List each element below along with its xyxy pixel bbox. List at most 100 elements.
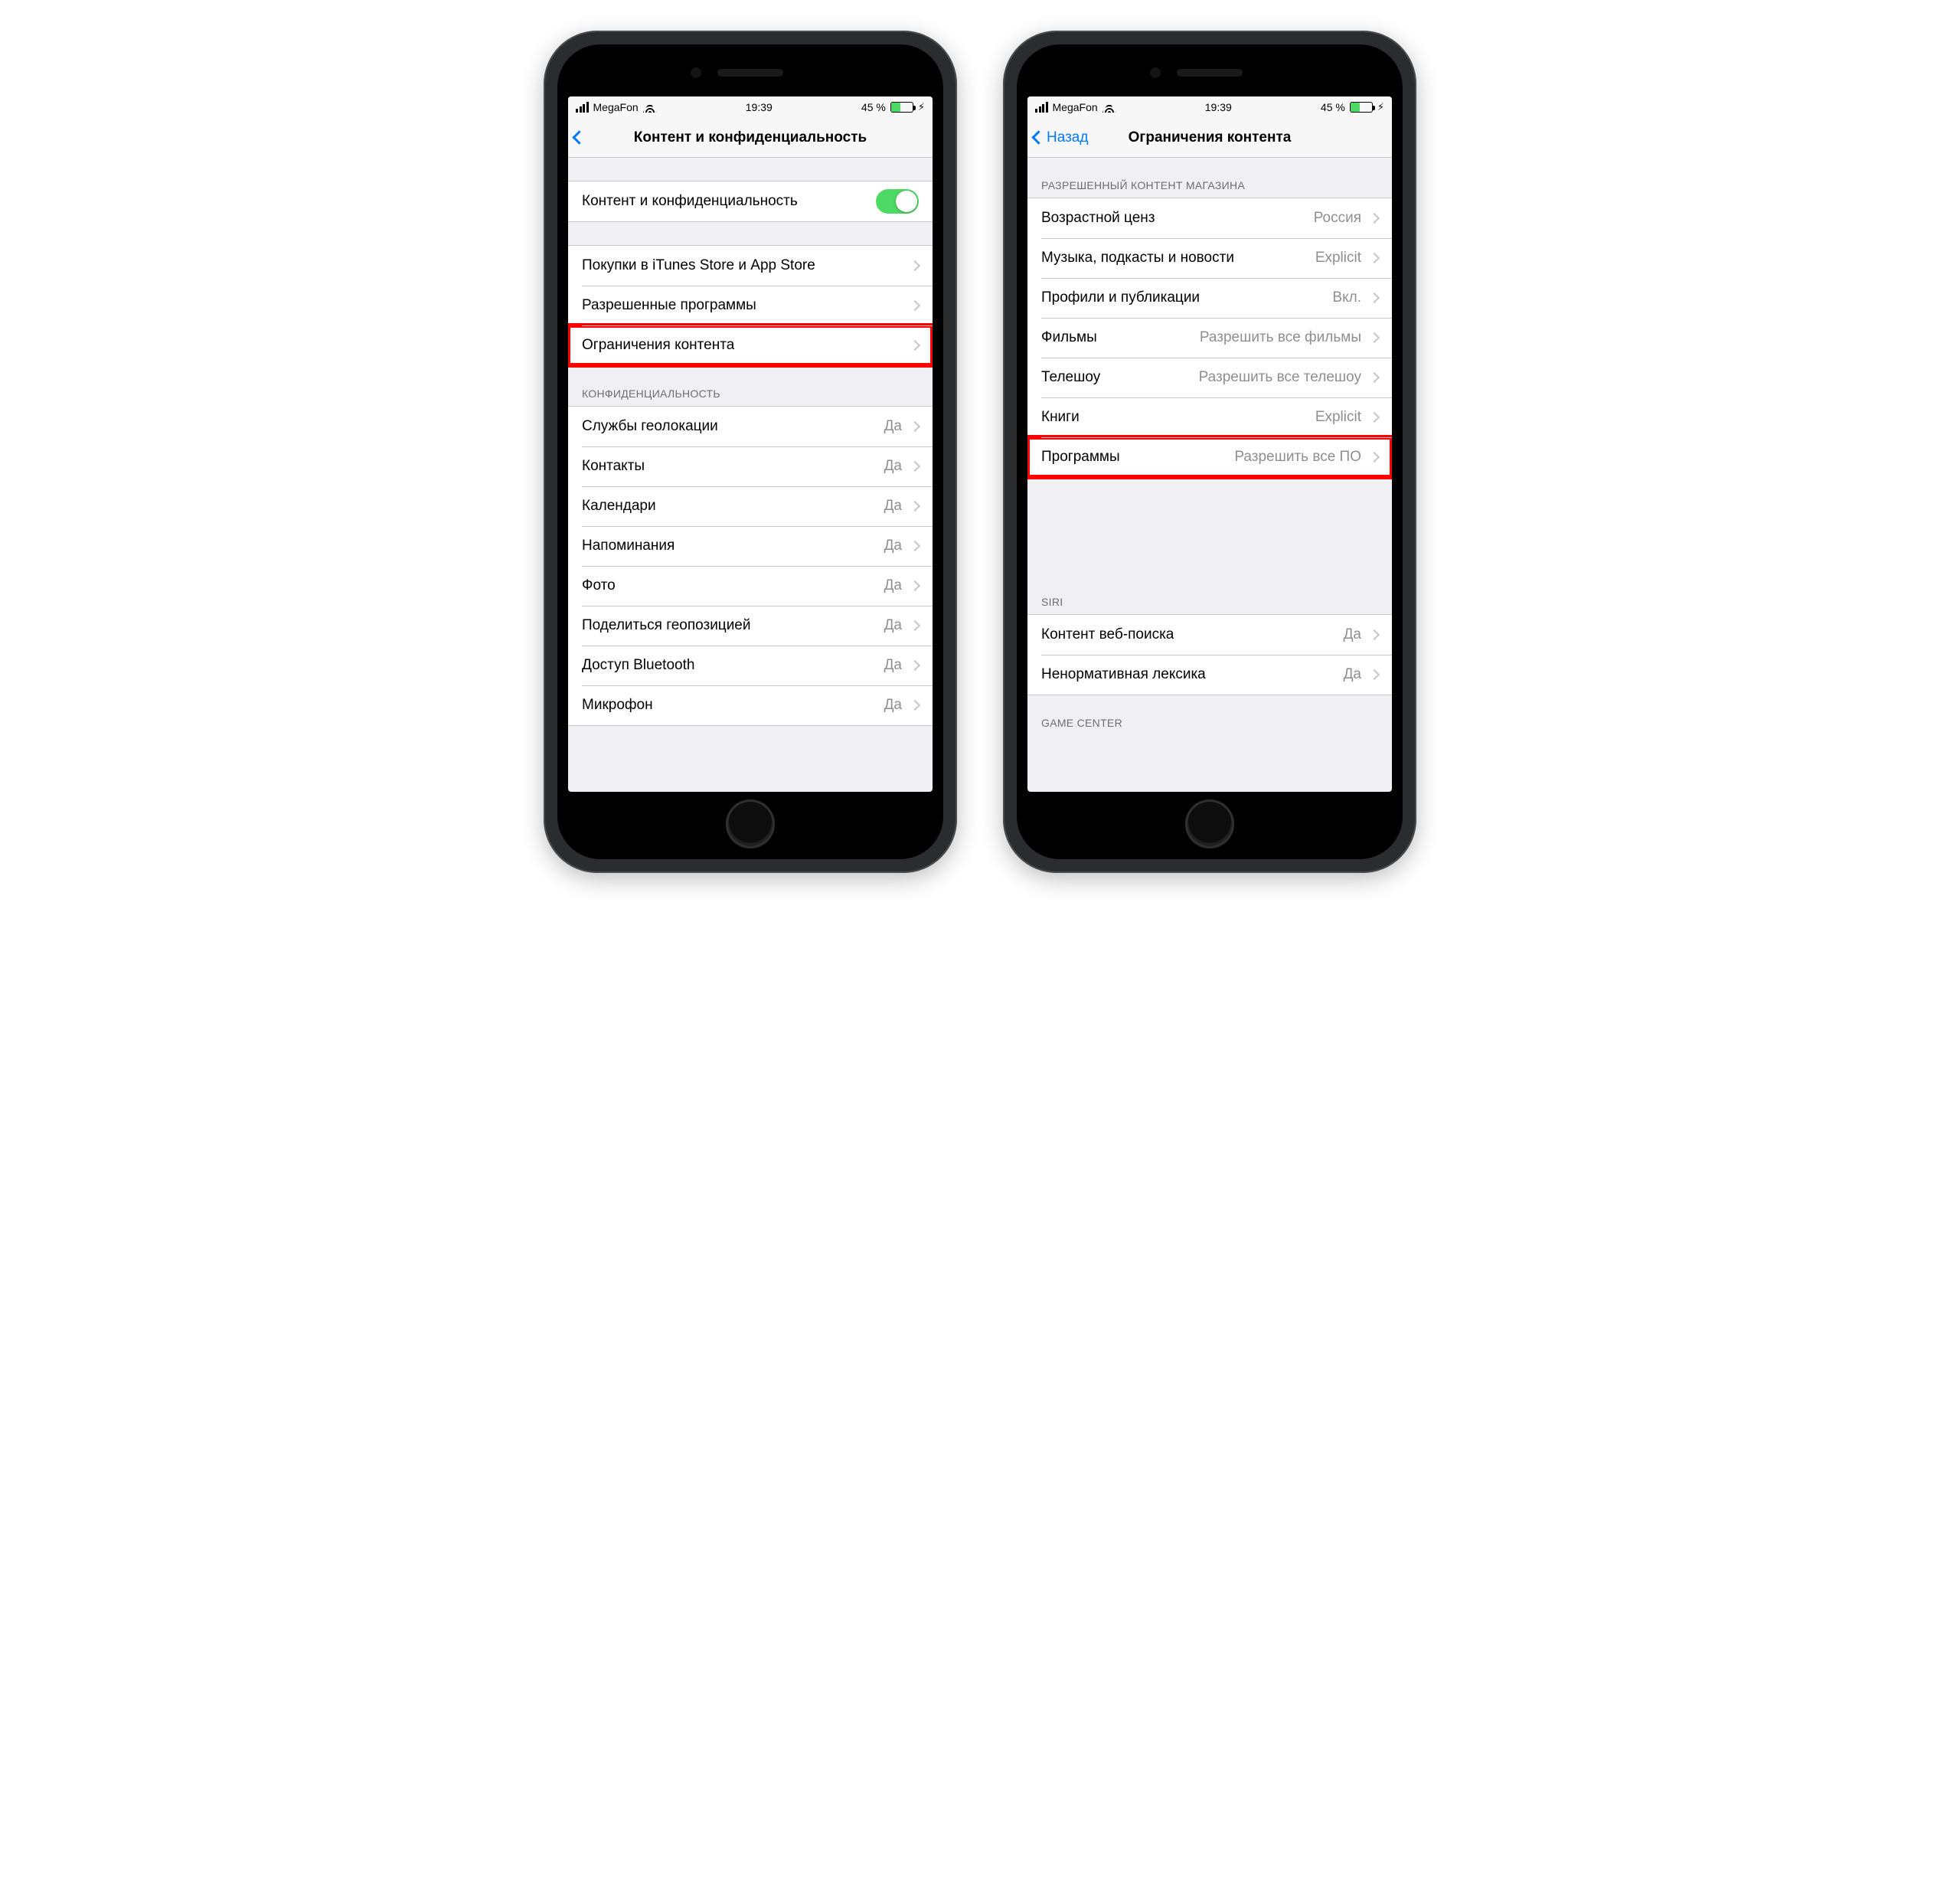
chevron-right-icon xyxy=(1369,629,1380,640)
chevron-right-icon xyxy=(910,421,920,432)
home-button[interactable] xyxy=(726,799,775,848)
privacy-group: Службы геолокации Да Контакты Да Календа… xyxy=(568,406,933,726)
chevron-right-icon xyxy=(910,620,920,631)
toggle-group: Контент и конфиденциальность xyxy=(568,181,933,222)
row-label: Контент веб-поиска xyxy=(1041,626,1174,643)
row-age-rating[interactable]: Возрастной ценз Россия xyxy=(1027,198,1392,238)
back-button[interactable]: Назад xyxy=(1034,118,1088,157)
back-button[interactable] xyxy=(574,118,586,157)
row-books[interactable]: Книги Explicit xyxy=(1027,397,1392,437)
row-value: Да xyxy=(877,418,902,435)
row-bluetooth[interactable]: Доступ Bluetooth Да xyxy=(568,646,933,685)
row-profiles-posts[interactable]: Профили и публикации Вкл. xyxy=(1027,278,1392,318)
row-label: Службы геолокации xyxy=(582,418,718,435)
content-privacy-toggle-row[interactable]: Контент и конфиденциальность xyxy=(568,181,933,221)
row-itunes-purchases[interactable]: Покупки в iTunes Store и App Store xyxy=(568,246,933,286)
chevron-right-icon xyxy=(910,340,920,351)
chevron-right-icon xyxy=(1369,213,1380,224)
clock: 19:39 xyxy=(746,101,773,113)
carrier-label: MegaFon xyxy=(1053,101,1098,113)
chevron-right-icon xyxy=(910,700,920,711)
row-value: Да xyxy=(877,697,902,714)
row-value: Разрешить все фильмы xyxy=(1192,329,1361,346)
section-header-gamecenter: GAME CENTER xyxy=(1027,695,1392,735)
row-reminders[interactable]: Напоминания Да xyxy=(568,526,933,566)
home-button[interactable] xyxy=(1185,799,1234,848)
speaker-grille xyxy=(717,69,783,77)
row-label: Контент и конфиденциальность xyxy=(582,193,798,210)
row-value: Да xyxy=(877,498,902,515)
chevron-right-icon xyxy=(1369,332,1380,343)
row-allowed-apps[interactable]: Разрешенные программы xyxy=(568,286,933,325)
row-value: Разрешить все ПО xyxy=(1227,449,1361,466)
row-label: Календари xyxy=(582,498,656,515)
battery-percent: 45 % xyxy=(861,101,886,113)
row-label: Фото xyxy=(582,577,616,594)
chevron-right-icon xyxy=(1369,253,1380,263)
screen: MegaFon 19:39 45 % ⚡︎ Назад Ограничения … xyxy=(1027,96,1392,792)
row-value: Да xyxy=(877,577,902,594)
chevron-right-icon xyxy=(1369,293,1380,303)
row-web-search-content[interactable]: Контент веб-поиска Да xyxy=(1027,615,1392,655)
row-label: Возрастной ценз xyxy=(1041,210,1155,227)
row-label: Профили и публикации xyxy=(1041,289,1200,306)
row-calendars[interactable]: Календари Да xyxy=(568,486,933,526)
row-label: Программы xyxy=(1041,449,1120,466)
row-label: Ненормативная лексика xyxy=(1041,666,1206,683)
clock: 19:39 xyxy=(1205,101,1232,113)
carrier-label: MegaFon xyxy=(593,101,639,113)
chevron-right-icon xyxy=(910,461,920,472)
siri-group: Контент веб-поиска Да Ненормативная лекс… xyxy=(1027,614,1392,695)
phone-body: MegaFon 19:39 45 % ⚡︎ Контент и конфиден… xyxy=(557,44,943,859)
phone-right: MegaFon 19:39 45 % ⚡︎ Назад Ограничения … xyxy=(1003,31,1416,873)
row-content-restrictions[interactable]: Ограничения контента xyxy=(568,325,933,365)
charging-icon: ⚡︎ xyxy=(1377,101,1384,113)
row-share-location[interactable]: Поделиться геопозицией Да xyxy=(568,606,933,646)
row-value: Да xyxy=(877,617,902,634)
toggle-switch[interactable] xyxy=(876,189,919,214)
row-value: Разрешить все телешоу xyxy=(1191,369,1361,386)
signal-icon xyxy=(576,102,589,113)
front-camera xyxy=(1150,67,1161,78)
chevron-right-icon xyxy=(1369,669,1380,680)
row-music-podcasts[interactable]: Музыка, подкасты и новости Explicit xyxy=(1027,238,1392,278)
content-scroll[interactable]: Контент и конфиденциальность Покупки в i… xyxy=(568,158,933,792)
main-group: Покупки в iTunes Store и App Store Разре… xyxy=(568,245,933,366)
wifi-icon xyxy=(643,102,657,113)
row-label: Покупки в iTunes Store и App Store xyxy=(582,257,815,274)
row-label: Музыка, подкасты и новости xyxy=(1041,250,1234,266)
screen: MegaFon 19:39 45 % ⚡︎ Контент и конфиден… xyxy=(568,96,933,792)
row-label: Разрешенные программы xyxy=(582,297,756,314)
battery-percent: 45 % xyxy=(1321,101,1345,113)
row-label: Телешоу xyxy=(1041,369,1100,386)
row-value: Explicit xyxy=(1308,409,1361,426)
page-title: Контент и конфиденциальность xyxy=(634,129,867,146)
content-scroll[interactable]: РАЗРЕШЕННЫЙ КОНТЕНТ МАГАЗИНА Возрастной … xyxy=(1027,158,1392,792)
row-label: Доступ Bluetooth xyxy=(582,657,694,674)
row-location-services[interactable]: Службы геолокации Да xyxy=(568,407,933,446)
chevron-right-icon xyxy=(1369,452,1380,463)
row-explicit-language[interactable]: Ненормативная лексика Да xyxy=(1027,655,1392,695)
row-movies[interactable]: Фильмы Разрешить все фильмы xyxy=(1027,318,1392,358)
nav-bar: Контент и конфиденциальность xyxy=(568,118,933,158)
row-value: Explicit xyxy=(1308,250,1361,266)
row-microphone[interactable]: Микрофон Да xyxy=(568,685,933,725)
signal-icon xyxy=(1035,102,1048,113)
row-photos[interactable]: Фото Да xyxy=(568,566,933,606)
row-tv-shows[interactable]: Телешоу Разрешить все телешоу xyxy=(1027,358,1392,397)
row-label: Фильмы xyxy=(1041,329,1097,346)
battery-icon xyxy=(890,102,913,113)
row-apps[interactable]: Программы Разрешить все ПО xyxy=(1027,437,1392,477)
row-value: Да xyxy=(877,538,902,554)
status-bar: MegaFon 19:39 45 % ⚡︎ xyxy=(568,96,933,118)
row-value: Да xyxy=(877,657,902,674)
speaker-grille xyxy=(1177,69,1243,77)
back-label: Назад xyxy=(1047,129,1088,146)
battery-icon xyxy=(1350,102,1373,113)
wifi-icon xyxy=(1102,102,1116,113)
status-bar: MegaFon 19:39 45 % ⚡︎ xyxy=(1027,96,1392,118)
row-contacts[interactable]: Контакты Да xyxy=(568,446,933,486)
row-value: Вкл. xyxy=(1325,289,1361,306)
row-label: Контакты xyxy=(582,458,645,475)
page-title: Ограничения контента xyxy=(1129,129,1292,146)
